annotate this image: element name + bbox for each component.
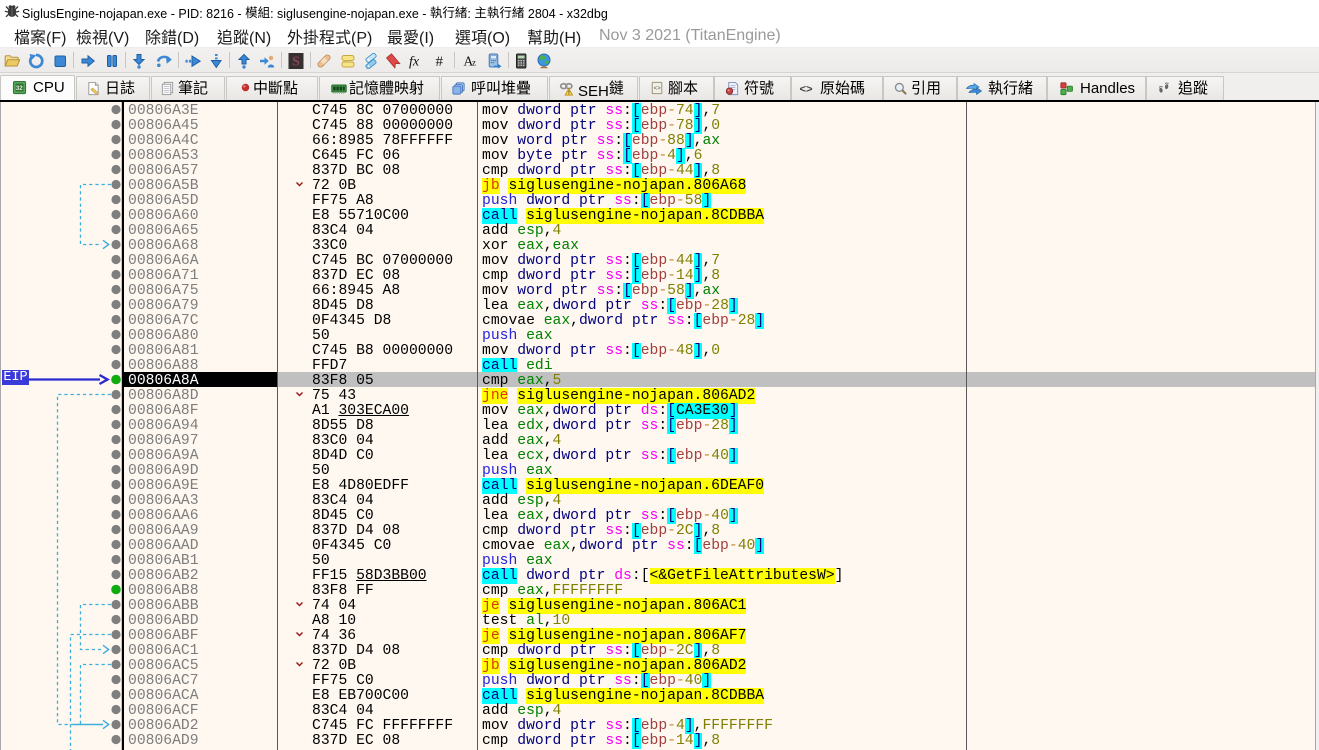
- svg-text:z: z: [472, 58, 476, 68]
- svg-text:fx: fx: [409, 55, 420, 70]
- svg-text:#: #: [435, 54, 443, 69]
- svg-text:<>: <>: [799, 83, 813, 95]
- svg-text:32: 32: [16, 85, 23, 92]
- svg-text:<>: <>: [654, 85, 662, 92]
- svg-text:S: S: [292, 55, 300, 70]
- svg-text:!: !: [568, 90, 570, 96]
